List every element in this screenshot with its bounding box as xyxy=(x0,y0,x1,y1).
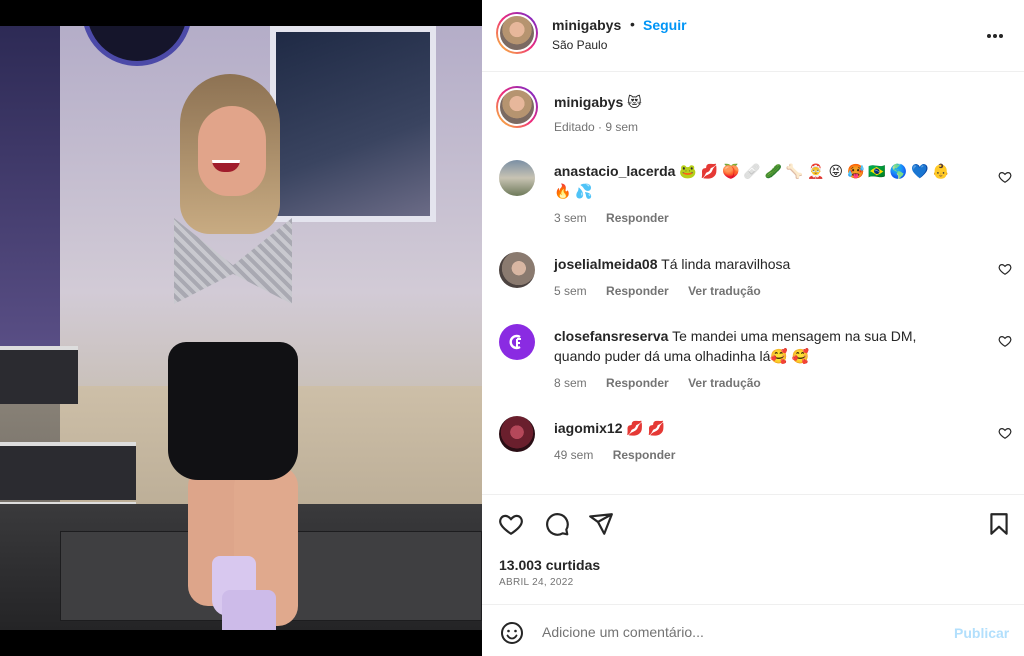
post-header: minigabys • Seguir São Paulo xyxy=(482,0,1024,72)
comment-avatar[interactable] xyxy=(499,160,535,196)
follow-button[interactable]: Seguir xyxy=(643,17,687,33)
post-side-panel: minigabys • Seguir São Paulo minigabys 😻… xyxy=(482,0,1024,656)
reply-button[interactable]: Responder xyxy=(606,376,669,390)
comment-username[interactable]: closefansreserva xyxy=(554,328,668,344)
comment-time: 49 sem xyxy=(554,448,594,462)
comment-heart-icon[interactable] xyxy=(998,262,1012,276)
comment-time: 8 sem xyxy=(554,376,587,390)
caption-text: 😻 xyxy=(627,94,642,110)
caption-avatar[interactable] xyxy=(496,86,538,128)
heart-icon[interactable] xyxy=(498,511,524,537)
reply-button[interactable]: Responder xyxy=(613,448,676,462)
comment-text: 💋 💋 xyxy=(626,420,666,436)
comment-composer: Publicar xyxy=(482,604,1024,656)
author-avatar[interactable] xyxy=(496,12,538,54)
comment-heart-icon[interactable] xyxy=(998,334,1012,348)
comment-input[interactable] xyxy=(542,621,932,643)
reply-button[interactable]: Responder xyxy=(606,211,669,225)
comment-username[interactable]: anastacio_lacerda xyxy=(554,163,675,179)
photo-subject xyxy=(160,46,340,630)
bookmark-icon[interactable] xyxy=(986,511,1012,537)
comment-time: 5 sem xyxy=(554,284,587,298)
translate-button[interactable]: Ver tradução xyxy=(688,284,761,298)
post-media-pane xyxy=(0,0,482,656)
closefans-logo-icon xyxy=(509,334,521,350)
send-icon[interactable] xyxy=(588,511,614,537)
comment-username[interactable]: iagomix12 xyxy=(554,420,622,436)
comment-time: 3 sem xyxy=(554,211,587,225)
comment-heart-icon[interactable] xyxy=(998,170,1012,184)
post-actions: 13.003 curtidas ABRIL 24, 2022 xyxy=(482,494,1024,604)
more-icon[interactable] xyxy=(986,22,1004,45)
translate-button[interactable]: Ver tradução xyxy=(688,376,761,390)
caption-username[interactable]: minigabys xyxy=(554,94,623,110)
author-username[interactable]: minigabys xyxy=(552,17,621,33)
emoji-icon[interactable] xyxy=(500,621,524,645)
comment-avatar[interactable] xyxy=(499,252,535,288)
header-separator: • xyxy=(630,16,635,32)
comment-username[interactable]: joselialmeida08 xyxy=(554,256,658,272)
comment-avatar[interactable] xyxy=(499,416,535,452)
post-photo[interactable] xyxy=(0,26,482,630)
comment-text: Tá linda maravilhosa xyxy=(661,256,791,272)
publish-button[interactable]: Publicar xyxy=(954,625,1009,641)
post-date: ABRIL 24, 2022 xyxy=(499,577,574,588)
reply-button[interactable]: Responder xyxy=(606,284,669,298)
comment-avatar[interactable] xyxy=(499,324,535,360)
caption-edited: Editado · 9 sem xyxy=(554,120,639,134)
likes-count[interactable]: 13.003 curtidas xyxy=(499,557,600,573)
comment-icon[interactable] xyxy=(544,511,570,537)
comment-heart-icon[interactable] xyxy=(998,426,1012,440)
post-location[interactable]: São Paulo xyxy=(552,38,607,52)
